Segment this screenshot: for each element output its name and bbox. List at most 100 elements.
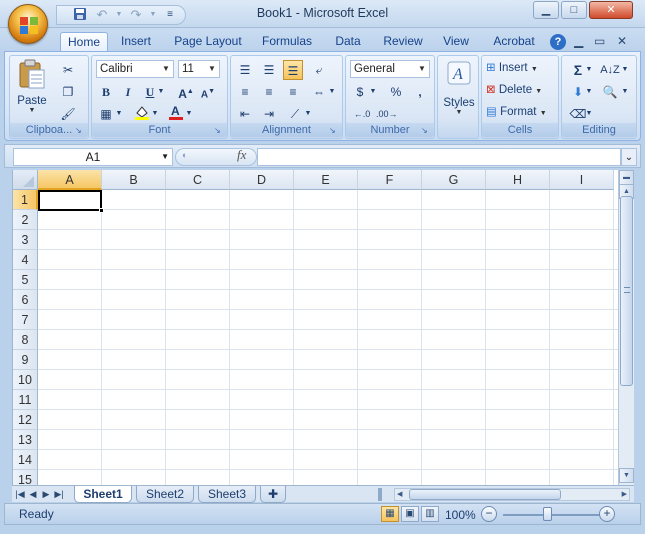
clear-dropdown-icon[interactable]: ▼ (584, 104, 594, 124)
sort-filter-dropdown-icon[interactable]: ▼ (620, 60, 630, 80)
insert-worksheet-icon[interactable]: ✚ (260, 486, 286, 503)
autosum-dropdown-icon[interactable]: ▼ (584, 60, 594, 80)
normal-view-icon[interactable]: ▦ (381, 506, 399, 522)
copy-icon[interactable]: ❐ (58, 82, 78, 102)
align-center-icon[interactable]: ≡ (259, 82, 279, 102)
page-layout-view-icon[interactable]: ▣ (401, 506, 419, 522)
column-header-g[interactable]: G (422, 170, 486, 190)
row-header-1[interactable]: 1 (13, 190, 38, 210)
help-icon[interactable]: ? (550, 34, 566, 50)
orientation-dropdown-icon[interactable]: ▼ (303, 104, 313, 124)
column-header-b[interactable]: B (102, 170, 166, 190)
align-bottom-icon[interactable]: ☰ (283, 60, 303, 80)
horizontal-scrollbar[interactable]: ◀ ▶ (394, 488, 630, 501)
tab-data[interactable]: Data (330, 32, 366, 52)
tab-view[interactable]: View (438, 32, 474, 52)
row-header-5[interactable]: 5 (13, 270, 38, 290)
decrease-decimal-icon[interactable]: .00→ (376, 104, 398, 124)
column-header-c[interactable]: C (166, 170, 230, 190)
zoom-in-icon[interactable]: + (599, 506, 615, 522)
name-box[interactable]: A1 ▼ (13, 148, 173, 166)
number-format-dropdown-icon[interactable]: ▼ (416, 61, 428, 77)
row-header-3[interactable]: 3 (13, 230, 38, 250)
decrease-indent-icon[interactable]: ⇤ (235, 104, 255, 124)
borders-dropdown-icon[interactable]: ▼ (114, 104, 124, 124)
tab-acrobat[interactable]: Acrobat (488, 32, 540, 52)
alignment-launcher-icon[interactable]: ↘ (329, 126, 339, 136)
increase-decimal-icon[interactable]: ←.0 (352, 104, 372, 124)
cut-icon[interactable]: ✂ (58, 60, 78, 80)
fill-handle[interactable] (99, 208, 104, 213)
tab-formulas[interactable]: Formulas (258, 32, 316, 52)
column-header-i[interactable]: I (550, 170, 614, 190)
fill-color-icon[interactable] (132, 104, 152, 124)
minimize-button[interactable]: ▁ (533, 1, 559, 19)
insert-function-icon[interactable]: fx (237, 147, 246, 163)
active-cell[interactable] (38, 190, 102, 211)
scroll-right-icon[interactable]: ▶ (622, 489, 627, 500)
fill-color-dropdown-icon[interactable]: ▼ (150, 104, 160, 124)
office-button[interactable] (8, 4, 48, 44)
ribbon-minimize-icon[interactable]: ▁ (574, 34, 583, 48)
number-format-combo[interactable]: General ▼ (350, 60, 430, 78)
page-break-preview-icon[interactable]: ▥ (421, 506, 439, 522)
paste-dropdown-icon[interactable]: ▼ (14, 107, 50, 114)
zoom-slider-thumb[interactable] (543, 507, 552, 521)
font-color-icon[interactable]: A (166, 104, 186, 124)
align-left-icon[interactable]: ≡ (235, 82, 255, 102)
column-header-e[interactable]: E (294, 170, 358, 190)
sheet-tab-sheet3[interactable]: Sheet3 (198, 486, 256, 503)
row-header-14[interactable]: 14 (13, 450, 38, 470)
bold-icon[interactable]: B (96, 82, 116, 102)
maximize-button[interactable]: □ (561, 1, 587, 19)
fill-dropdown-icon[interactable]: ▼ (584, 82, 594, 102)
align-top-icon[interactable]: ☰ (235, 60, 255, 80)
tab-insert[interactable]: Insert (114, 32, 158, 52)
insert-cells-button[interactable]: ⊞ Insert ▼ (486, 60, 558, 78)
font-size-dropdown-icon[interactable]: ▼ (206, 61, 218, 77)
tab-page-layout[interactable]: Page Layout (172, 32, 244, 52)
row-header-10[interactable]: 10 (13, 370, 38, 390)
wrap-text-icon[interactable]: ⤶ (309, 60, 329, 80)
column-header-a[interactable]: A (38, 170, 102, 190)
select-all-corner[interactable] (13, 170, 38, 190)
shrink-font-icon[interactable]: A▼ (198, 82, 218, 102)
last-sheet-icon[interactable]: ▶| (53, 487, 65, 501)
font-name-dropdown-icon[interactable]: ▼ (160, 61, 172, 77)
close-button[interactable]: ✕ (589, 1, 633, 19)
sheet-tab-sheet1[interactable]: Sheet1 (74, 486, 132, 503)
formula-bar-expand-icon[interactable]: ⌄ (621, 148, 637, 166)
insert-cells-dropdown-icon[interactable]: ▼ (531, 66, 538, 73)
zoom-out-icon[interactable]: − (481, 506, 497, 522)
sheet-tab-sheet2[interactable]: Sheet2 (136, 486, 194, 503)
zoom-level[interactable]: 100% (445, 508, 476, 522)
ribbon-close-icon[interactable]: ✕ (617, 34, 627, 48)
paste-button[interactable]: Paste ▼ (14, 58, 50, 116)
comma-style-icon[interactable]: , (410, 82, 430, 102)
column-header-f[interactable]: F (358, 170, 422, 190)
percent-style-icon[interactable]: % (386, 82, 406, 102)
accounting-dropdown-icon[interactable]: ▼ (368, 82, 378, 102)
number-launcher-icon[interactable]: ↘ (421, 126, 431, 136)
align-right-icon[interactable]: ≡ (283, 82, 303, 102)
format-painter-icon[interactable]: 🖌 (58, 104, 78, 124)
vertical-scroll-thumb[interactable] (620, 196, 633, 386)
vertical-scrollbar[interactable]: ▬ ▲ ▼ (618, 170, 634, 485)
row-header-2[interactable]: 2 (13, 210, 38, 230)
find-select-icon[interactable]: 🔍 (600, 82, 620, 102)
delete-cells-dropdown-icon[interactable]: ▼ (535, 88, 542, 95)
clipboard-launcher-icon[interactable]: ↘ (75, 126, 85, 136)
scroll-down-icon[interactable]: ▼ (619, 468, 634, 483)
row-header-7[interactable]: 7 (13, 310, 38, 330)
row-header-15[interactable]: 15 (13, 470, 38, 485)
row-header-4[interactable]: 4 (13, 250, 38, 270)
tab-review[interactable]: Review (380, 32, 426, 52)
increase-indent-icon[interactable]: ⇥ (259, 104, 279, 124)
merge-center-icon[interactable]: ⇔ (309, 82, 329, 102)
row-header-6[interactable]: 6 (13, 290, 38, 310)
font-launcher-icon[interactable]: ↘ (214, 126, 224, 136)
merge-dropdown-icon[interactable]: ▼ (327, 82, 337, 102)
font-size-combo[interactable]: 11 ▼ (178, 60, 220, 78)
delete-cells-button[interactable]: ⊠ Delete ▼ (486, 82, 558, 100)
horizontal-scroll-thumb[interactable] (409, 489, 561, 500)
